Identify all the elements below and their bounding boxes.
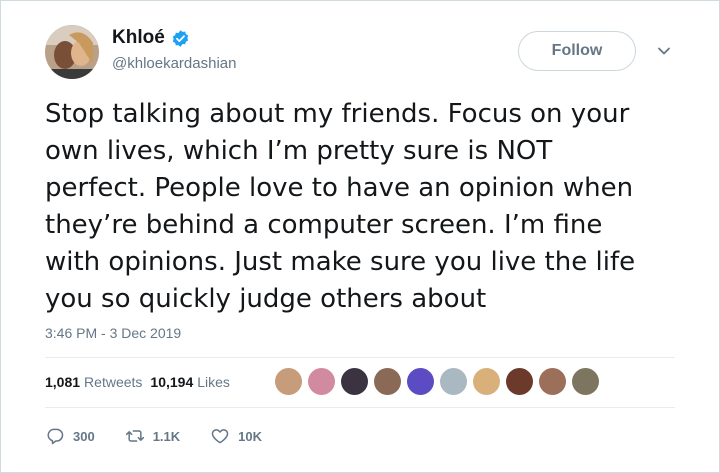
- likes-label: Likes: [197, 374, 230, 390]
- liker-avatar[interactable]: [572, 368, 599, 395]
- tweet-actions: 300 1.1K 10K: [45, 426, 292, 446]
- liker-avatars: [275, 368, 599, 395]
- likes-count: 10,194: [150, 374, 194, 390]
- liker-avatar[interactable]: [407, 368, 434, 395]
- liker-avatar[interactable]: [341, 368, 368, 395]
- tweet-timestamp[interactable]: 3:46 PM - 3 Dec 2019: [45, 325, 181, 341]
- tweet-text-line: they’re behind a computer screen. I’m fi…: [45, 210, 603, 240]
- tweet-text-line: with opinions. Just make sure you live t…: [45, 247, 636, 277]
- likes-stat[interactable]: 10,194 Likes: [150, 374, 230, 390]
- tweet-text: Stop talking about my friends. Focus on …: [45, 96, 685, 318]
- reply-count: 300: [73, 428, 95, 444]
- display-name-text: Khloé: [112, 27, 165, 48]
- retweets-count: 1,081: [45, 374, 81, 390]
- liker-avatar[interactable]: [374, 368, 401, 395]
- reply-icon: [47, 428, 64, 445]
- chevron-down-icon[interactable]: [655, 42, 673, 60]
- liker-avatar[interactable]: [308, 368, 335, 395]
- like-count: 10K: [238, 428, 263, 444]
- verified-badge-icon: [172, 29, 188, 47]
- liker-avatar[interactable]: [473, 368, 500, 395]
- heart-icon: [211, 429, 229, 444]
- liker-avatar[interactable]: [539, 368, 566, 395]
- tweet-text-line: Stop talking about my friends. Focus on …: [45, 99, 630, 129]
- tweet-text-line: own lives, which I’m pretty sure is NOT: [45, 136, 553, 166]
- retweet-icon: [125, 430, 144, 442]
- liker-avatar[interactable]: [440, 368, 467, 395]
- divider: [45, 407, 675, 408]
- avatar-photo: [45, 25, 99, 79]
- tweet-text-line: perfect. People love to have an opinion …: [45, 173, 634, 203]
- display-name[interactable]: Khloé: [112, 27, 190, 49]
- profile-avatar[interactable]: [45, 25, 99, 79]
- divider: [45, 357, 675, 358]
- reply-button[interactable]: 300: [45, 426, 95, 446]
- retweets-stat[interactable]: 1,081 Retweets: [45, 374, 142, 390]
- engagement-stats: 1,081 Retweets 10,194 Likes: [45, 374, 230, 390]
- liker-avatar[interactable]: [506, 368, 533, 395]
- tweet-text-line: you so quickly judge others about: [45, 284, 487, 314]
- follow-button[interactable]: Follow: [518, 31, 636, 71]
- user-handle[interactable]: @khloekardashian: [112, 55, 236, 72]
- retweets-label: Retweets: [84, 374, 143, 390]
- liker-avatar[interactable]: [275, 368, 302, 395]
- retweet-count: 1.1K: [152, 428, 181, 444]
- retweet-button[interactable]: 1.1K: [125, 426, 180, 446]
- like-button[interactable]: 10K: [210, 426, 262, 446]
